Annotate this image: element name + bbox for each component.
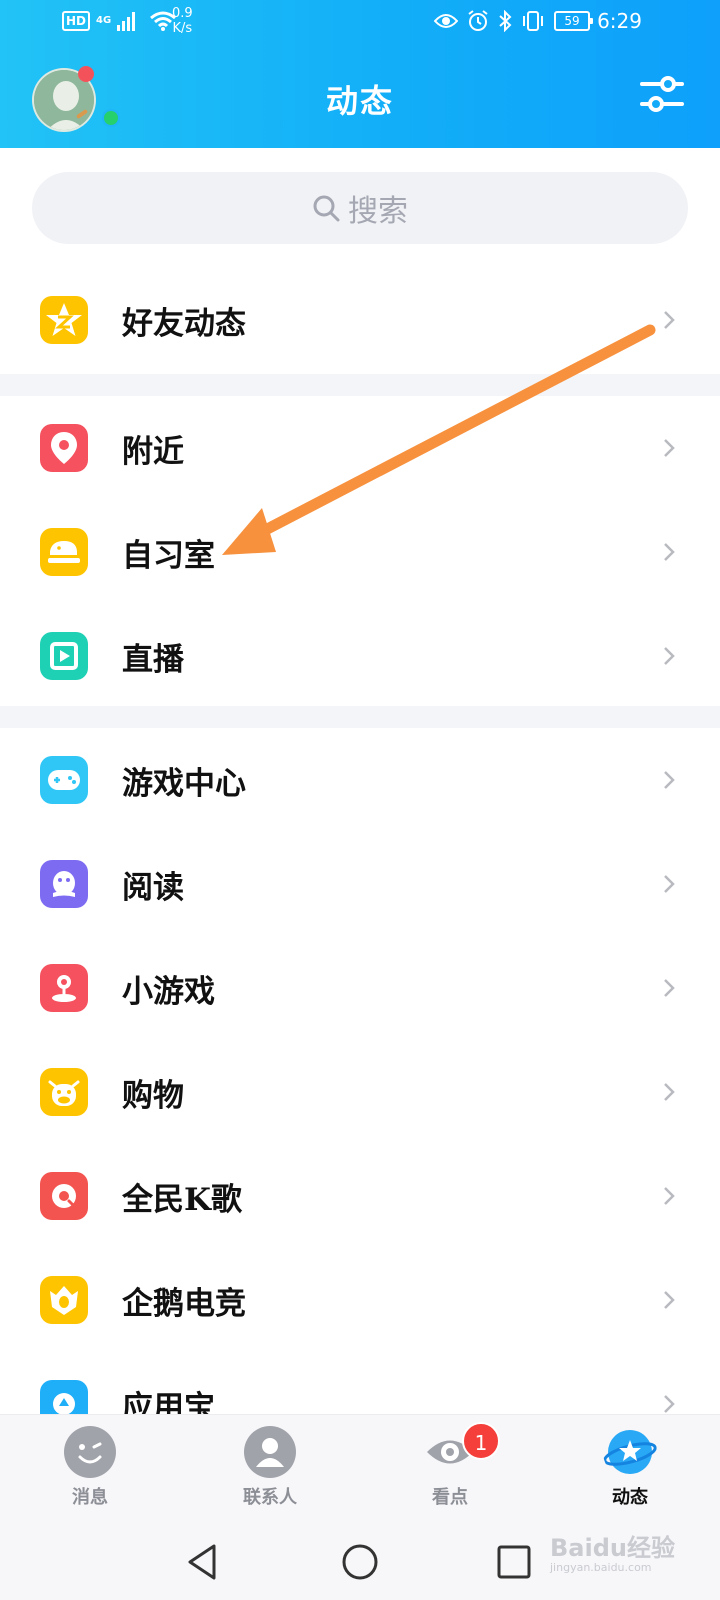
tab-label: 动态: [612, 1487, 648, 1508]
alarm-icon: [468, 10, 488, 31]
status-left: HD 4G: [62, 10, 177, 32]
recents-icon[interactable]: [494, 1542, 534, 1582]
back-icon[interactable]: [184, 1542, 224, 1582]
planet-icon: [603, 1430, 657, 1474]
karaoke-icon: [40, 1172, 88, 1220]
reading-penguin-icon: [40, 860, 88, 908]
chevron-right-icon: [664, 311, 675, 329]
search-icon: [313, 195, 340, 222]
tab-contacts[interactable]: 联系人: [220, 1425, 320, 1509]
watermark-url: jingyan.baidu.com: [550, 1561, 652, 1574]
menu-item-nearby[interactable]: 附近: [0, 396, 720, 500]
search-placeholder: 搜索: [348, 194, 408, 229]
menu-item-mini-games[interactable]: 小游戏: [0, 936, 720, 1040]
section-divider: [0, 706, 720, 728]
menu-label: 全民K歌: [122, 1181, 242, 1218]
esports-crest-icon: [40, 1276, 88, 1324]
menu-label: 企鹅电竞: [122, 1285, 246, 1322]
menu-item-friends-feed[interactable]: 好友动态: [0, 268, 720, 372]
chevron-right-icon: [664, 771, 675, 789]
chevron-right-icon: [664, 1187, 675, 1205]
hd-indicator: HD: [62, 11, 91, 31]
menu-item-esports[interactable]: 企鹅电竞: [0, 1248, 720, 1352]
speed-unit: K/s: [172, 21, 193, 36]
chevron-right-icon: [664, 1395, 675, 1413]
chevron-right-icon: [664, 1291, 675, 1309]
battery-indicator: 59: [554, 11, 593, 31]
tab-label: 消息: [72, 1487, 108, 1508]
menu-label: 自习室: [122, 537, 215, 574]
menu-item-game-center[interactable]: 游戏中心: [0, 728, 720, 832]
menu-label: 附近: [122, 433, 184, 470]
unread-badge: 1: [462, 1422, 500, 1460]
bottom-nav: 消息 联系人 看点 动态: [0, 1414, 720, 1514]
tab-feed[interactable]: 动态: [580, 1425, 680, 1509]
chevron-right-icon: [664, 875, 675, 893]
signal-icon: [117, 12, 136, 31]
menu-label: 阅读: [122, 869, 184, 906]
study-room-icon: [40, 528, 88, 576]
watermark: Baidu经验 jingyan.baidu.com: [550, 1528, 675, 1574]
menu-item-shopping[interactable]: 购物: [0, 1040, 720, 1144]
chevron-right-icon: [664, 979, 675, 997]
status-right: 59: [434, 10, 593, 32]
menu-label: 购物: [122, 1077, 184, 1114]
chevron-right-icon: [664, 543, 675, 561]
bluetooth-icon: [499, 10, 512, 32]
clock: 6:29: [597, 9, 642, 33]
menu-item-live[interactable]: 直播: [0, 604, 720, 708]
network-type: 4G: [96, 15, 112, 26]
sliders-icon: [640, 76, 684, 112]
menu-item-study-room[interactable]: 自习室: [0, 500, 720, 604]
home-icon[interactable]: [340, 1542, 380, 1582]
status-bar: HD 4G 0.9 K/s 59 6:29: [0, 0, 720, 48]
page-title: 动态: [325, 82, 394, 120]
chevron-right-icon: [664, 1083, 675, 1101]
settings-filter-button[interactable]: [640, 74, 684, 114]
tab-label: 联系人: [243, 1487, 297, 1508]
menu-label: 直播: [122, 641, 184, 678]
menu-label: 好友动态: [122, 305, 246, 342]
chevron-right-icon: [664, 647, 675, 665]
speed-value: 0.9: [172, 6, 193, 21]
menu-item-reading[interactable]: 阅读: [0, 832, 720, 936]
section-divider: [0, 374, 720, 396]
app-header: HD 4G 0.9 K/s 59 6:29 动态: [0, 0, 720, 148]
gamepad-icon: [40, 756, 88, 804]
menu-item-karaoke[interactable]: 全民K歌: [0, 1144, 720, 1248]
network-speed: 0.9 K/s: [172, 6, 193, 36]
watermark-text: Baidu经验: [550, 1534, 675, 1562]
menu-label: 游戏中心: [122, 765, 246, 802]
location-pin-icon: [40, 424, 88, 472]
contacts-icon: [244, 1426, 296, 1478]
chevron-right-icon: [664, 439, 675, 457]
tab-messages[interactable]: 消息: [40, 1425, 140, 1509]
joystick-icon: [40, 964, 88, 1012]
message-face-icon: [64, 1426, 116, 1478]
tab-label: 看点: [432, 1487, 468, 1508]
star-z-icon: [40, 296, 88, 344]
cow-face-icon: [40, 1068, 88, 1116]
vibrate-icon: [523, 11, 543, 31]
eye-comfort-icon: [434, 14, 458, 28]
search-input[interactable]: 搜索: [32, 172, 688, 244]
live-play-icon: [40, 632, 88, 680]
menu-label: 小游戏: [122, 973, 215, 1010]
